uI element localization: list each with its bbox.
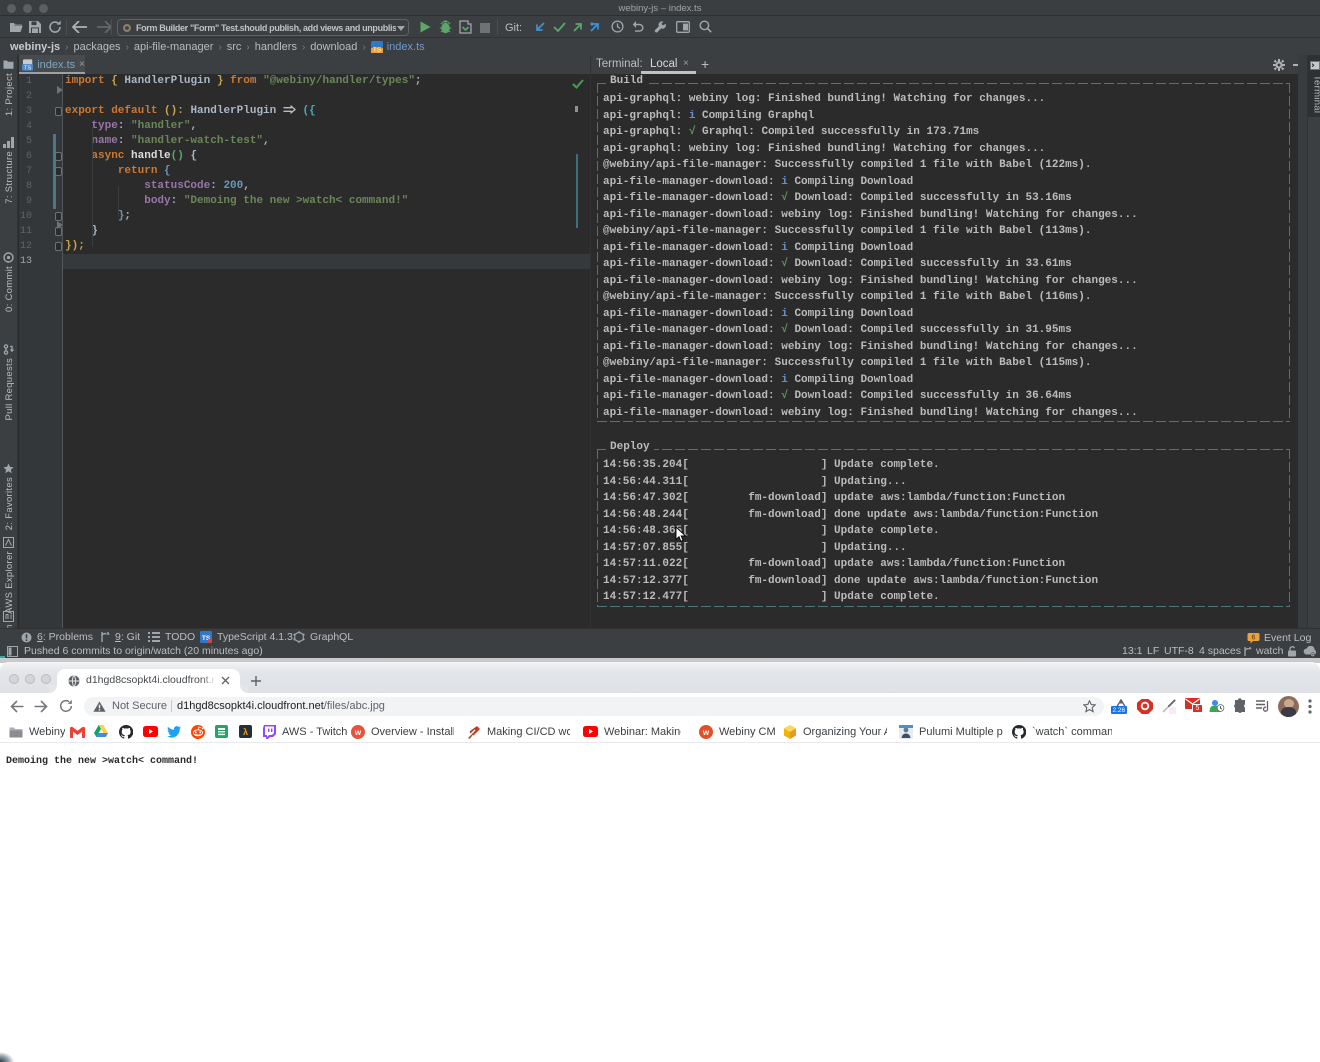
svg-text:6: 6 (1252, 635, 1256, 642)
svg-text:w: w (354, 728, 362, 737)
svg-text:λ: λ (243, 727, 248, 737)
svg-text:TS: TS (24, 65, 31, 71)
svg-text:TS: TS (373, 47, 382, 53)
svg-text:w: w (702, 728, 710, 737)
